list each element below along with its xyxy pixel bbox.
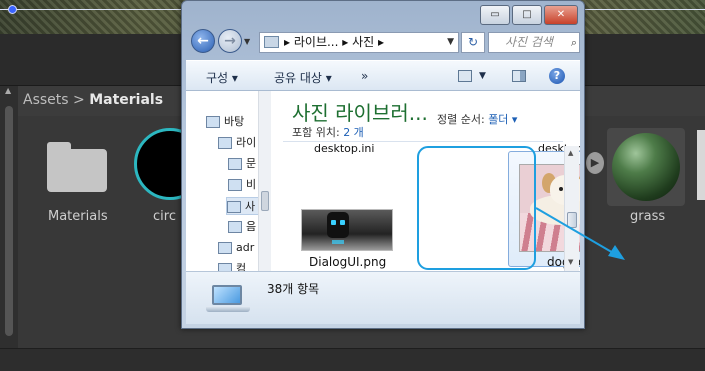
nav-label: 컴 — [236, 262, 247, 271]
help-icon[interactable]: ? — [549, 68, 565, 84]
back-button[interactable]: ← — [191, 29, 215, 53]
address-segment-pictures[interactable]: 사진 — [352, 35, 374, 49]
asset-label-grass: grass — [630, 209, 666, 224]
more-commands-button[interactable]: » — [361, 69, 368, 83]
search-input[interactable]: 사진 검색 ⌕ — [488, 32, 580, 53]
maximize-button[interactable]: □ — [512, 5, 542, 25]
library-icon — [218, 137, 232, 149]
address-trail-separator[interactable]: ▸ — [378, 35, 384, 49]
share-menu[interactable]: 공유 대상 ▾ — [274, 69, 332, 86]
content-scrollbar[interactable]: ▲ ▼ — [564, 146, 579, 271]
scene-gizmo-handle[interactable] — [8, 5, 17, 14]
search-placeholder: 사진 검색 — [505, 35, 553, 49]
nav-label: 문 — [246, 157, 257, 170]
nav-pane-scrollbar[interactable] — [258, 91, 271, 271]
folder-tree-scrollbar[interactable]: ▲ — [0, 86, 18, 348]
grass-material-sphere[interactable] — [612, 133, 680, 201]
computer-icon — [206, 285, 250, 313]
computer-icon — [218, 263, 232, 271]
asset-thumbnail-partial[interactable] — [697, 130, 705, 200]
nav-label: 사 — [245, 200, 256, 213]
project-footer-bar — [0, 348, 705, 371]
sort-label: 정렬 순서: — [437, 113, 485, 126]
preview-pane-icon[interactable] — [512, 70, 526, 82]
document-icon — [228, 158, 242, 170]
forward-button[interactable]: → — [218, 29, 242, 53]
sort-control: 정렬 순서: 폴더 ▾ — [437, 111, 517, 127]
picture-icon — [227, 201, 241, 213]
scroll-up-icon[interactable]: ▲ — [568, 149, 573, 157]
robot-image — [327, 212, 349, 238]
item-count: 38개 항목 — [267, 282, 320, 296]
music-icon — [228, 221, 242, 233]
minimize-button[interactable]: ▭ — [480, 5, 510, 25]
video-icon — [228, 179, 242, 191]
view-icon[interactable] — [458, 70, 472, 82]
breadcrumb: Assets > Materials — [23, 92, 163, 108]
address-root-separator[interactable]: ▸ — [284, 35, 290, 49]
refresh-button[interactable]: ↻ — [461, 32, 485, 53]
asset-label-circ: circ — [153, 209, 176, 224]
nav-label: 음 — [246, 220, 257, 233]
address-segment-library[interactable]: 라이브... — [294, 35, 339, 49]
scrollbar-thumb[interactable] — [567, 212, 577, 228]
search-icon[interactable]: ⌕ — [571, 33, 577, 52]
dialogui-thumbnail[interactable] — [301, 209, 393, 251]
history-dropdown-icon[interactable]: ▼ — [244, 37, 250, 46]
details-pane: 38개 항목 — [186, 271, 580, 324]
desktop-icon — [206, 116, 220, 128]
address-bar[interactable]: ▸ 라이브... ▸ 사진 ▸ ▼ — [259, 32, 459, 53]
breadcrumb-assets[interactable]: Assets — [23, 92, 69, 108]
scroll-down-icon[interactable]: ▼ — [568, 258, 573, 266]
nav-label: 라이 — [236, 136, 257, 149]
library-title: 사진 라이브러... — [292, 101, 428, 125]
file-label-dialogui[interactable]: DialogUI.png — [309, 255, 386, 269]
nav-label: 바탕 — [224, 115, 245, 128]
scrollbar-thumb[interactable] — [261, 191, 269, 211]
drag-arrow-head-icon — [608, 245, 625, 260]
explorer-window[interactable]: ▭ □ ✕ ← → ▼ ▸ 라이브... ▸ 사진 ▸ ▼ ↻ 사진 검색 ⌕ … — [181, 0, 585, 329]
folder-icon[interactable] — [47, 142, 107, 192]
file-label-desktop-ini[interactable]: desktop.ini — [314, 142, 374, 155]
sort-dropdown[interactable]: 폴더 ▾ — [488, 113, 517, 126]
expand-arrow-icon[interactable]: ▶ — [586, 152, 604, 174]
scrollbar-thumb[interactable] — [5, 106, 13, 336]
command-bar: 구성 ▾ 공유 대상 ▾ » ▼ ? — [186, 60, 580, 91]
includes-locations-link[interactable]: 2 개 — [343, 126, 364, 139]
scroll-up-arrow-icon[interactable]: ▲ — [5, 86, 14, 95]
breadcrumb-separator: > — [73, 92, 85, 108]
nav-label: adr — [236, 241, 255, 254]
nav-label: 비 — [246, 178, 257, 191]
view-dropdown-icon[interactable]: ▼ — [479, 71, 486, 81]
includes-label: 포함 위치: — [292, 126, 340, 139]
asset-label-materials: Materials — [48, 209, 108, 224]
close-button[interactable]: ✕ — [544, 5, 578, 25]
user-icon — [218, 242, 232, 254]
file-content-area[interactable]: 사진 라이브러... 포함 위치: 2 개 정렬 순서: 폴더 ▾ deskto… — [271, 91, 580, 271]
library-folder-icon — [264, 36, 279, 48]
breadcrumb-materials[interactable]: Materials — [89, 92, 163, 108]
address-separator[interactable]: ▸ — [342, 35, 348, 49]
library-includes: 포함 위치: 2 개 — [292, 124, 364, 140]
address-dropdown-icon[interactable]: ▼ — [447, 33, 454, 52]
organize-menu[interactable]: 구성 ▾ — [206, 69, 238, 86]
